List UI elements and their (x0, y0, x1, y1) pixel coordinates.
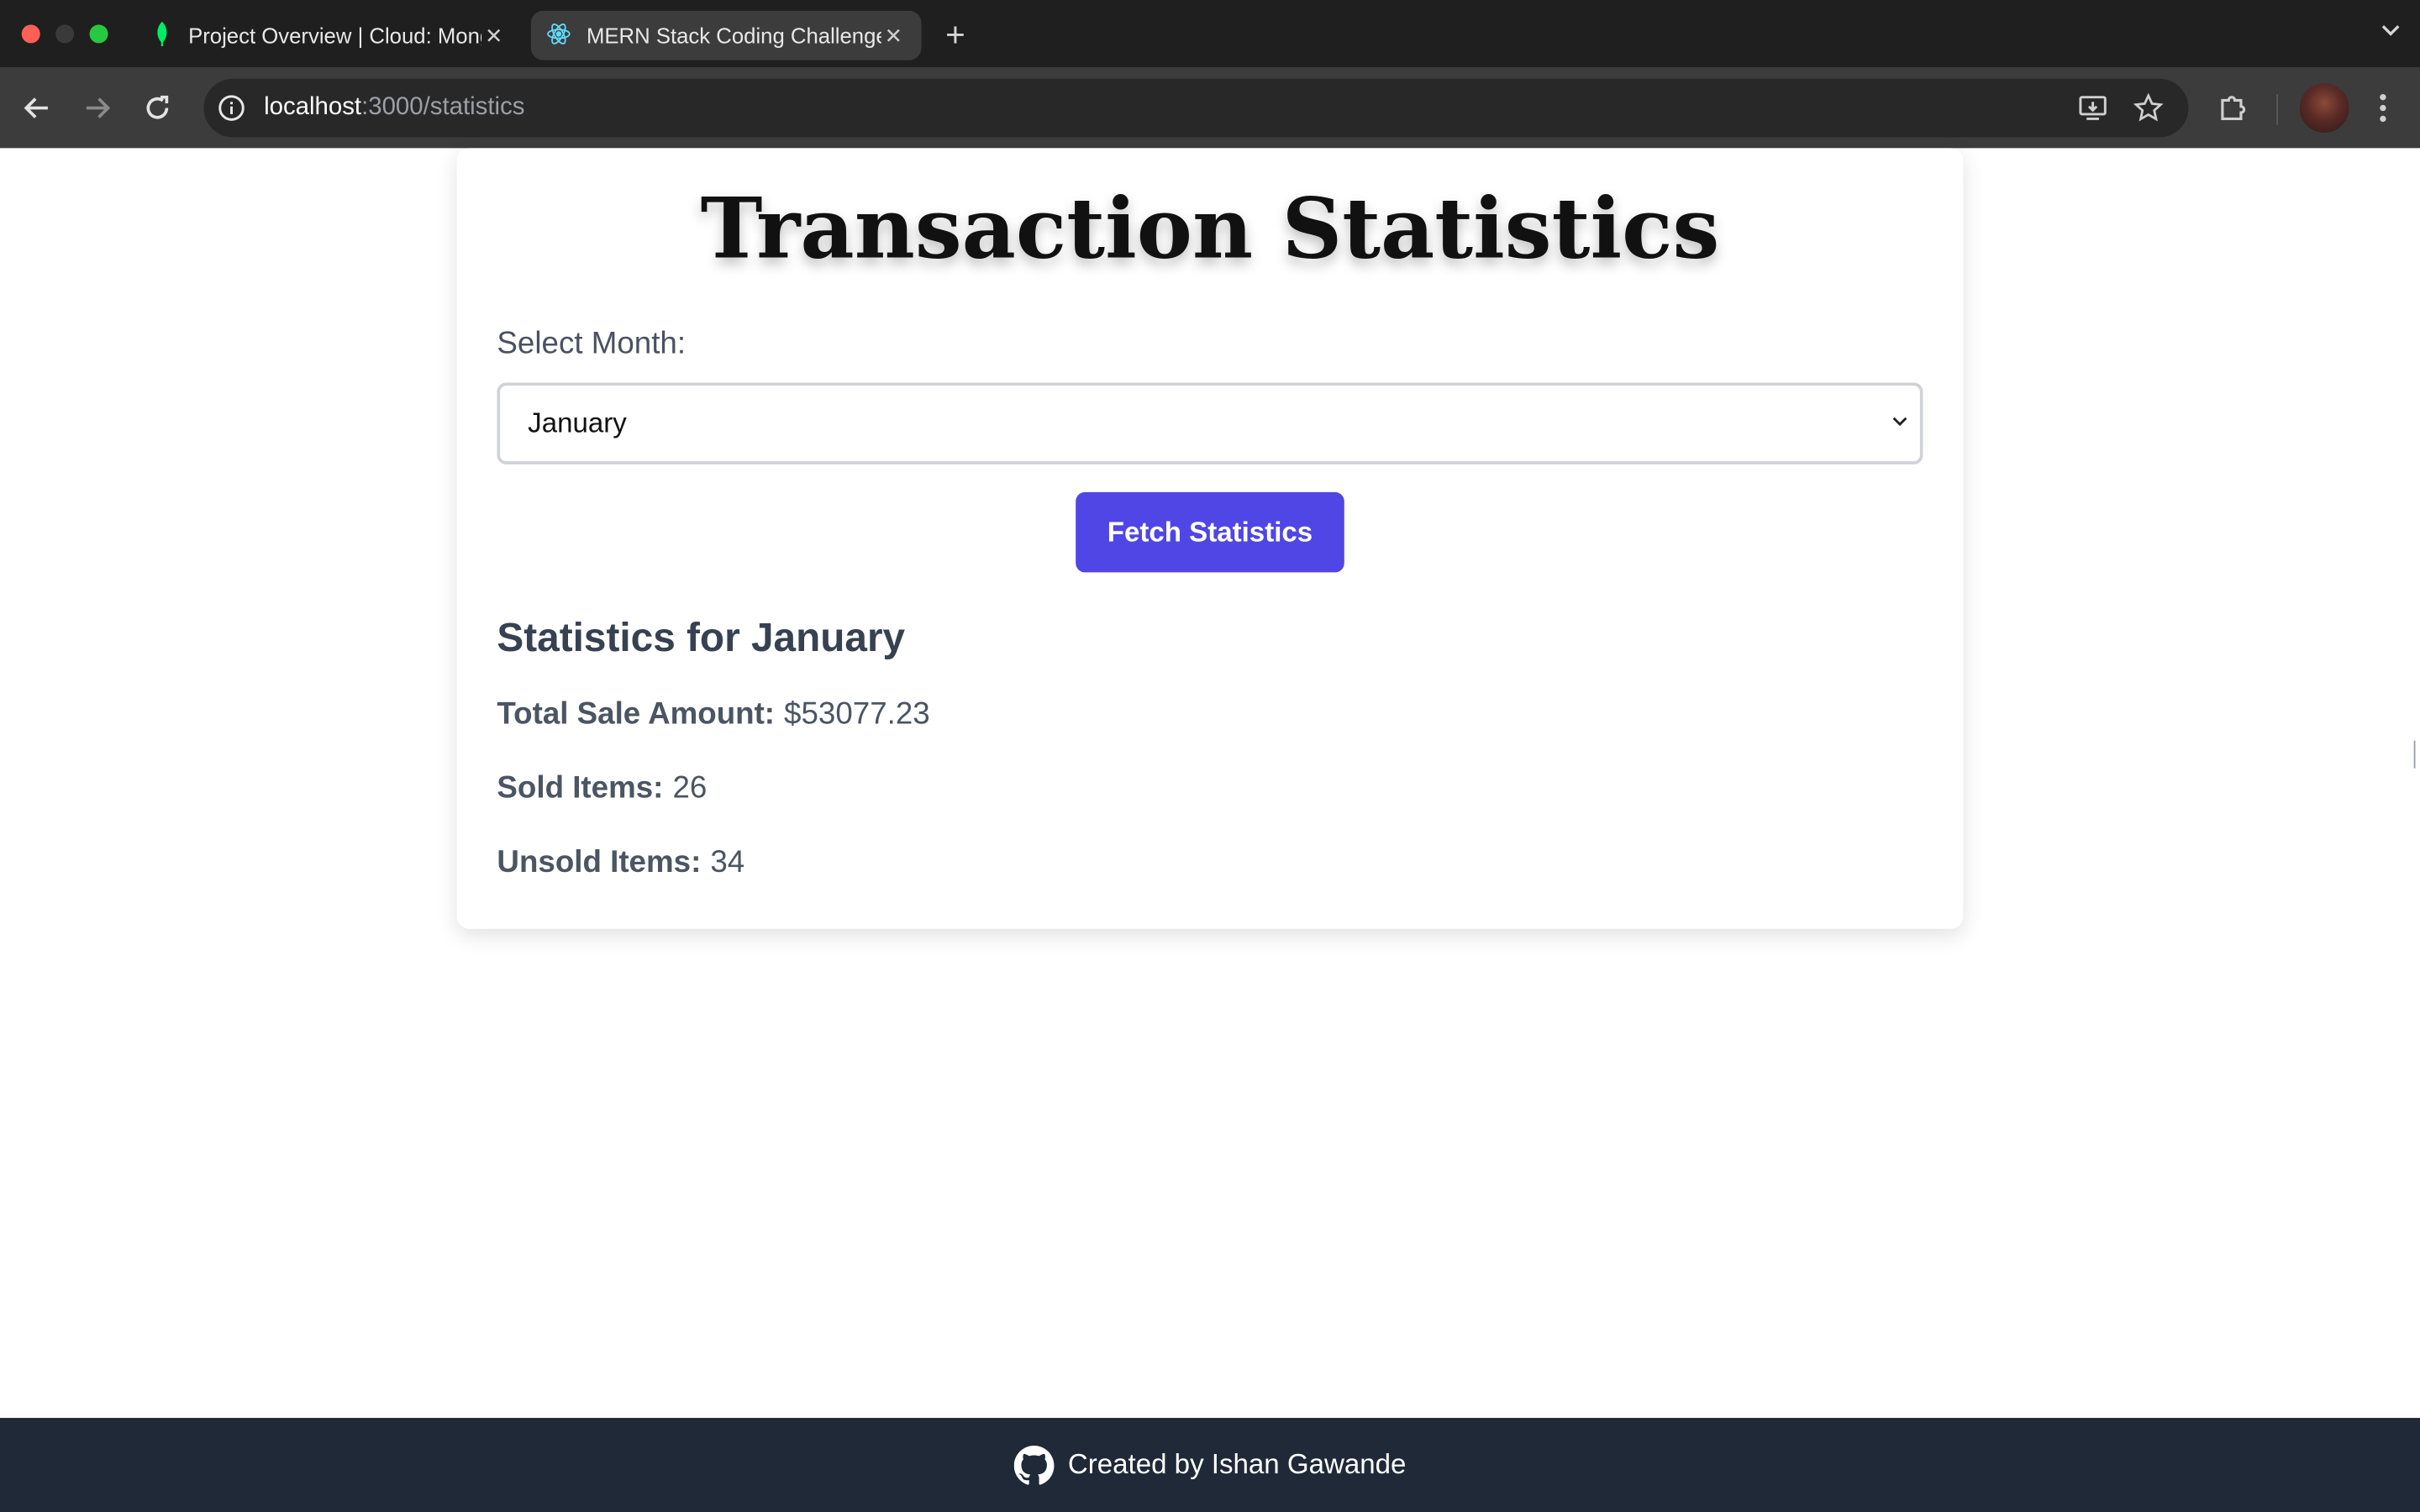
stat-value: 34 (710, 845, 745, 879)
fetch-statistics-button[interactable]: Fetch Statistics (1076, 491, 1344, 573)
forward-arrow-icon[interactable] (79, 90, 116, 127)
tab-title: MERN Stack Coding Challenge (586, 23, 881, 48)
footer: Created by Ishan Gawande (0, 1417, 2420, 1512)
browser-toolbar: localhost:3000/statistics (0, 67, 2420, 149)
stat-value: 26 (672, 771, 708, 806)
month-select[interactable]: January (497, 382, 1923, 465)
url-text[interactable]: localhost:3000/statistics (264, 94, 524, 122)
stat-label: Unsold Items: (497, 845, 702, 879)
reload-icon[interactable] (139, 90, 176, 127)
minimize-window-button[interactable] (55, 24, 75, 44)
total-sale-stat: Total Sale Amount: $53077.23 (497, 697, 929, 732)
tab-title: Project Overview | Cloud: MongoDB Cloud (188, 23, 481, 48)
tab-mern-challenge[interactable]: MERN Stack Coding Challenge ✕ (530, 10, 922, 60)
chevron-down-icon (1889, 411, 1911, 433)
toolbar-divider (2276, 94, 2279, 125)
unsold-items-stat: Unsold Items: 34 (497, 846, 744, 881)
page-title: Transaction Statistics (700, 179, 1720, 278)
chevron-down-icon[interactable] (2380, 18, 2402, 45)
profile-avatar[interactable] (2299, 83, 2349, 133)
browser-tab-bar: Project Overview | Cloud: MongoDB Cloud … (0, 0, 2420, 68)
github-icon[interactable] (1013, 1445, 1055, 1485)
address-bar[interactable]: localhost:3000/statistics (203, 78, 2189, 138)
site-info-icon[interactable] (216, 92, 247, 123)
stat-label: Sold Items: (497, 771, 664, 806)
sold-items-stat: Sold Items: 26 (497, 771, 707, 806)
back-arrow-icon[interactable] (18, 90, 55, 127)
extensions-puzzle-icon[interactable] (2217, 90, 2250, 123)
selected-month: January (528, 407, 627, 438)
maximize-window-button[interactable] (89, 24, 108, 44)
close-window-button[interactable] (21, 24, 40, 44)
close-icon[interactable]: ✕ (481, 23, 506, 49)
react-icon (546, 21, 571, 50)
stats-heading: Statistics for January (497, 614, 906, 661)
footer-credit-text: Created by Ishan Gawande (1067, 1448, 1407, 1480)
tab-project-overview[interactable]: Project Overview | Cloud: MongoDB Cloud … (136, 11, 522, 60)
bookmark-star-icon[interactable] (2133, 92, 2164, 123)
install-app-icon[interactable] (2077, 92, 2108, 123)
stat-label: Total Sale Amount: (497, 697, 776, 732)
new-tab-plus-icon[interactable]: + (939, 15, 972, 55)
url-path: :3000/statistics (361, 94, 525, 121)
close-icon[interactable]: ✕ (881, 23, 906, 49)
url-host: localhost (264, 94, 362, 121)
mongodb-leaf-icon (151, 20, 173, 50)
stat-value: $53077.23 (784, 697, 930, 732)
statistics-card: Transaction Statistics Select Month: Jan… (456, 148, 1964, 929)
scrollbar-handle[interactable] (2413, 740, 2420, 769)
more-menu-icon[interactable] (2368, 88, 2399, 129)
select-month-label: Select Month: (497, 327, 687, 361)
